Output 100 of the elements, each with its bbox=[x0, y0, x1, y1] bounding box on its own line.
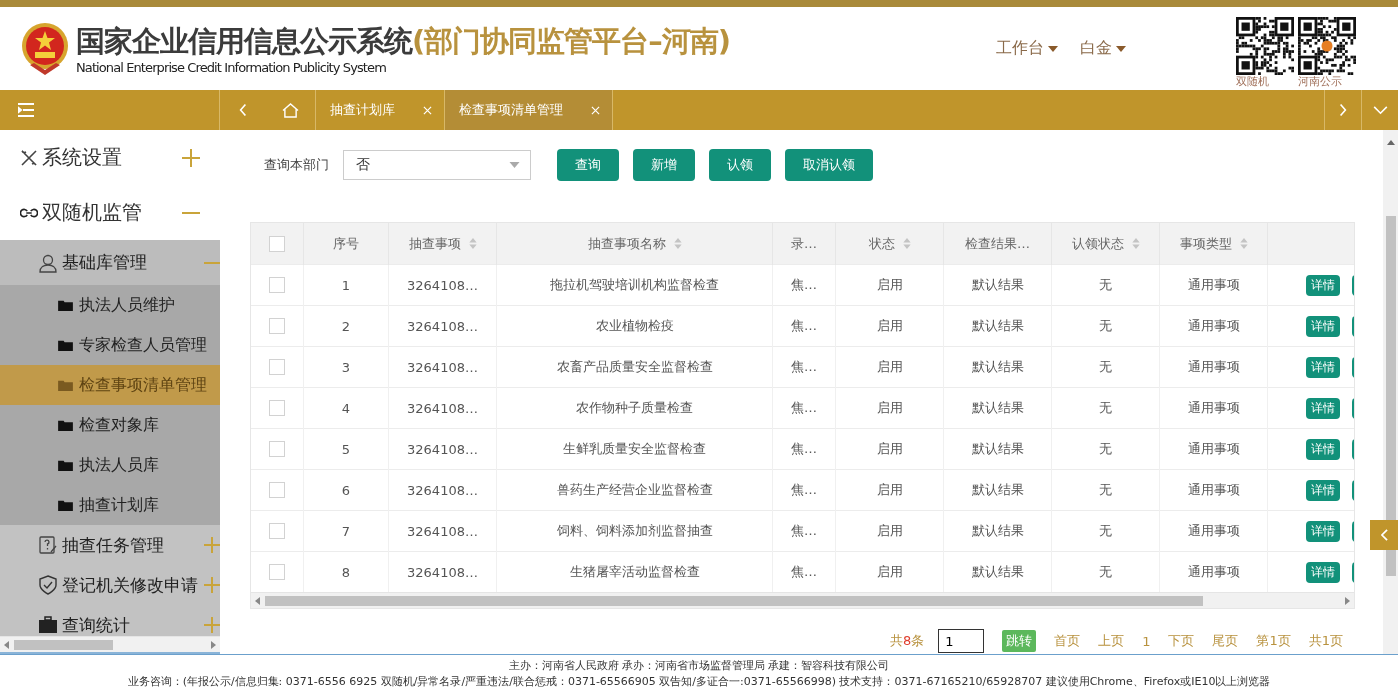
close-icon[interactable] bbox=[423, 105, 432, 115]
scroll-left-icon[interactable] bbox=[4, 640, 10, 649]
scroll-right-icon[interactable] bbox=[1344, 596, 1350, 605]
action-button[interactable]: 取消认领 bbox=[785, 149, 873, 181]
folder-icon bbox=[58, 499, 73, 511]
sidebar-item[interactable]: 查询统计 bbox=[0, 605, 220, 636]
sidebar-subitem[interactable]: 检查事项清单管理 bbox=[0, 365, 220, 405]
toggle-icon[interactable] bbox=[204, 577, 220, 593]
table-cell: 通用事项 bbox=[1159, 264, 1268, 306]
action-button[interactable]: 认领 bbox=[709, 149, 771, 181]
page-input[interactable]: 1 bbox=[938, 629, 985, 653]
column-header[interactable]: 检查结果… bbox=[943, 223, 1052, 265]
details-button[interactable]: 详情 bbox=[1306, 438, 1340, 460]
close-icon[interactable] bbox=[591, 105, 600, 115]
table-cell: 3264108… bbox=[388, 428, 497, 470]
checkbox[interactable] bbox=[269, 564, 285, 581]
sidebar-subitem[interactable]: 检查对象库 bbox=[0, 405, 220, 445]
site-title: 国家企业信用信息公示系统 bbox=[76, 23, 412, 60]
action-button[interactable]: 新增 bbox=[633, 149, 695, 181]
checkbox[interactable] bbox=[269, 400, 285, 417]
toggle-icon[interactable] bbox=[204, 537, 220, 553]
column-header[interactable]: 事项类型 bbox=[1159, 223, 1268, 265]
table-cell: 焦… bbox=[772, 305, 836, 347]
toggle-icon[interactable] bbox=[182, 148, 200, 167]
pagination-link[interactable]: 尾页 bbox=[1212, 632, 1239, 650]
sidebar-item[interactable]: 系统设置 bbox=[0, 130, 220, 185]
pagination-link[interactable]: 首页 bbox=[1054, 632, 1081, 650]
table-cell: 4 bbox=[303, 387, 389, 429]
table-cell: 默认结果 bbox=[943, 387, 1052, 429]
site-title-suffix: (部门协同监管平台–河南) bbox=[412, 23, 730, 60]
shield-check-icon bbox=[38, 575, 58, 595]
details-button[interactable]: 详情 bbox=[1306, 479, 1340, 501]
details-button[interactable]: 详情 bbox=[1306, 356, 1340, 378]
sidebar-subitem[interactable]: 执法人员库 bbox=[0, 445, 220, 485]
table-cell: 3264108… bbox=[388, 305, 497, 347]
qr-code-icon bbox=[1298, 17, 1356, 75]
department-select[interactable]: 否 bbox=[343, 150, 531, 180]
header-menu[interactable]: 工作台 bbox=[996, 38, 1058, 59]
details-button[interactable]: 详情 bbox=[1306, 520, 1340, 542]
table-cell: 2 bbox=[303, 305, 389, 347]
page-tab[interactable]: 检查事项清单管理 bbox=[445, 90, 613, 130]
horizontal-scrollbar[interactable] bbox=[0, 636, 220, 654]
scroll-left-icon[interactable] bbox=[255, 596, 261, 605]
details-button[interactable]: 详情 bbox=[1306, 561, 1340, 583]
details-button[interactable]: 详情 bbox=[1306, 397, 1340, 419]
sidebar-label: 双随机监管 bbox=[42, 199, 143, 226]
table-cell: 饲料、饲料添加剂监督抽查 bbox=[496, 510, 773, 552]
checkbox[interactable] bbox=[269, 277, 285, 294]
details-button[interactable]: 详情 bbox=[1306, 315, 1340, 337]
table-cell: 默认结果 bbox=[943, 428, 1052, 470]
table-cell: 无 bbox=[1051, 305, 1160, 347]
pagination-link[interactable]: 共1页 bbox=[1308, 632, 1343, 650]
checkbox[interactable] bbox=[269, 482, 285, 499]
pagination-link[interactable]: 第1页 bbox=[1256, 632, 1291, 650]
checkbox[interactable] bbox=[269, 523, 285, 540]
checkbox[interactable] bbox=[269, 318, 285, 335]
sidebar-item[interactable]: 双随机监管 bbox=[0, 185, 220, 240]
table-cell: 启用 bbox=[835, 387, 944, 429]
sidebar-item[interactable]: 登记机关修改申请 bbox=[0, 565, 220, 605]
sidebar-label: 抽查任务管理 bbox=[62, 533, 165, 557]
vertical-scrollbar[interactable] bbox=[1383, 130, 1398, 654]
table-cell: 无 bbox=[1051, 346, 1160, 388]
table-cell: 默认结果 bbox=[943, 346, 1052, 388]
horizontal-scrollbar[interactable] bbox=[251, 592, 1354, 608]
column-header[interactable]: 状态 bbox=[835, 223, 944, 265]
details-button[interactable]: 详情 bbox=[1306, 274, 1340, 296]
table-cell: 焦… bbox=[772, 346, 836, 388]
table-cell: 通用事项 bbox=[1159, 305, 1268, 347]
sidebar-item[interactable]: 基础库管理 bbox=[0, 240, 220, 285]
column-header[interactable]: 抽查事项 bbox=[388, 223, 497, 265]
collapse-handle[interactable] bbox=[1370, 520, 1398, 550]
table-cell: 3264108… bbox=[388, 264, 497, 306]
toggle-icon[interactable] bbox=[204, 617, 220, 633]
action-button[interactable]: 查询 bbox=[557, 149, 619, 181]
sidebar-subitem[interactable]: 专家检查人员管理 bbox=[0, 325, 220, 365]
pagination-link[interactable]: 下页 bbox=[1168, 632, 1195, 650]
checkbox[interactable] bbox=[269, 235, 285, 252]
column-header[interactable]: 序号 bbox=[303, 223, 389, 265]
scroll-up-icon[interactable] bbox=[1386, 140, 1395, 146]
column-header[interactable]: 录… bbox=[772, 223, 836, 265]
caret-icon bbox=[1048, 45, 1058, 52]
column-header[interactable]: 抽查事项名称 bbox=[496, 223, 773, 265]
table-cell: 6 bbox=[303, 469, 389, 511]
sidebar-item[interactable]: 抽查任务管理 bbox=[0, 525, 220, 565]
sidebar-subitem[interactable]: 抽查计划库 bbox=[0, 485, 220, 525]
sidebar-subitem[interactable]: 执法人员维护 bbox=[0, 285, 220, 325]
checkbox[interactable] bbox=[269, 359, 285, 376]
user-icon bbox=[38, 252, 58, 273]
column-header[interactable]: 认领状态 bbox=[1051, 223, 1160, 265]
pagination-link[interactable]: 上页 bbox=[1098, 632, 1125, 650]
pagination-link[interactable]: 1 bbox=[1142, 633, 1151, 649]
caret-icon bbox=[509, 162, 520, 168]
footer-text: 业务咨询：(年报公示/信息归集: 0371-6556 6925 双随机/异常名录/严重违法/联合惩戒：0371-65566905 双告知/多证合一:0371-65566998) 技术支持：0371-67165210/65928707 建议使用Chrome、Firefox或IE10以上浏览器 bbox=[127, 673, 1271, 690]
header-menu[interactable]: 白金 bbox=[1080, 38, 1126, 59]
table-cell: 3264108… bbox=[388, 346, 497, 388]
scroll-right-icon[interactable] bbox=[210, 640, 216, 649]
checkbox[interactable] bbox=[269, 441, 285, 458]
table-cell: 默认结果 bbox=[943, 469, 1052, 511]
table-cell: 生鲜乳质量安全监督检查 bbox=[496, 428, 773, 470]
chevron-down-icon bbox=[1372, 105, 1388, 115]
